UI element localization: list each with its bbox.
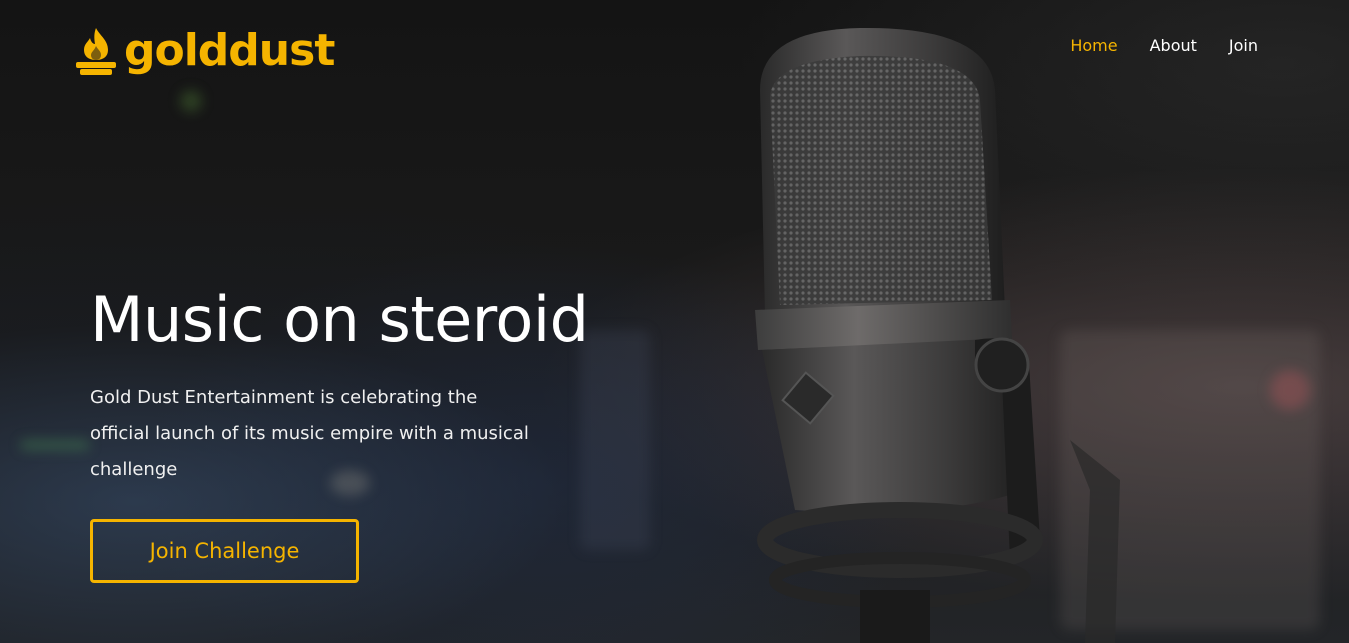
flame-icon — [76, 28, 116, 75]
nav-item-about[interactable]: About — [1150, 36, 1197, 56]
main-nav: Home About Join — [1070, 36, 1258, 56]
hero-section: golddust Home About Join Music on steroi… — [0, 0, 1349, 643]
hero-description: Gold Dust Entertainment is celebrating t… — [90, 387, 529, 480]
brand-logo[interactable]: golddust — [74, 25, 335, 76]
nav-item-join[interactable]: Join — [1229, 36, 1258, 56]
brand-name: golddust — [124, 25, 335, 76]
microphone-image — [755, 27, 1120, 643]
hero-content: Music on steroid Gold Dust Entertainment… — [90, 280, 650, 488]
nav-item-home[interactable]: Home — [1070, 36, 1117, 56]
background-light — [20, 440, 90, 450]
join-challenge-button[interactable]: Join Challenge — [90, 519, 359, 583]
site-header: golddust Home About Join — [0, 0, 1349, 95]
hero-title: Music on steroid — [90, 283, 589, 356]
